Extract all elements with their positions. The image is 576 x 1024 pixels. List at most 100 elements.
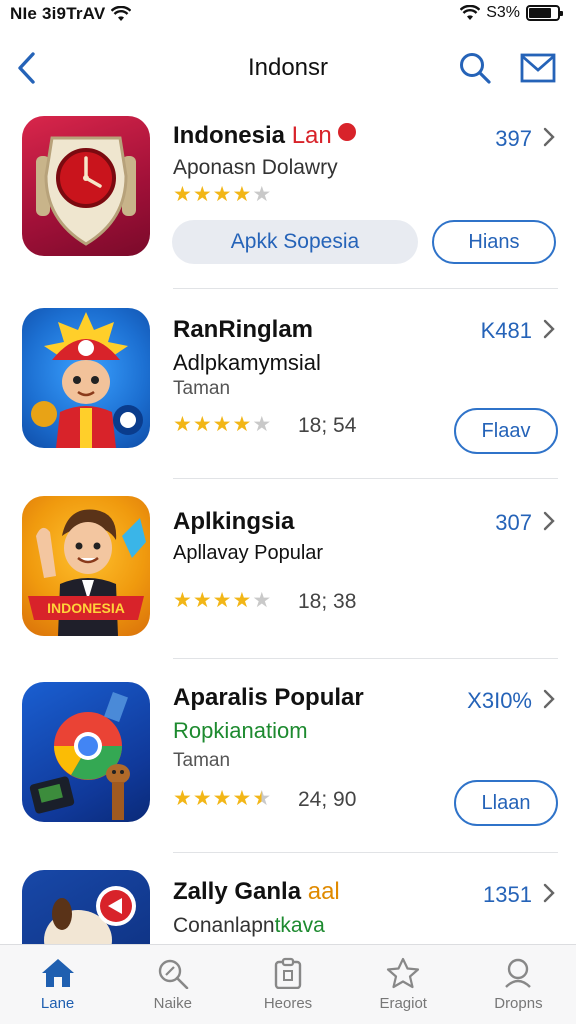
chevron-right-icon[interactable] (538, 126, 560, 148)
app-row[interactable]: Aparalis Popular Ropkianatiom Taman ★ ★ ★ ★… (0, 670, 576, 840)
app-category: Taman (173, 378, 231, 399)
chevron-right-icon[interactable] (538, 318, 560, 340)
app-row[interactable]: Indonesia Lan Aponasn Dolawry ★ ★ ★ ★ ★ 397 … (0, 112, 576, 282)
app-row[interactable]: INDONESIA Aplkingsia Apllavay Popular ★ ★… (0, 490, 576, 650)
carrier-time: NIe 3i9TrAV (10, 4, 106, 23)
mail-button[interactable] (518, 48, 558, 88)
store-icon (274, 957, 302, 989)
app-subtitle: Conanlapn (173, 914, 275, 937)
star-icon: ★ (252, 183, 272, 206)
divider (173, 852, 558, 853)
rating-count: 18; 38 (298, 590, 357, 613)
star-icon: ★ (232, 183, 252, 206)
app-meta: K481 (480, 318, 532, 343)
app-icon-boy[interactable]: INDONESIA (22, 496, 150, 636)
star-icon: ★ (173, 787, 192, 810)
open-app-button[interactable]: Apkk Sopesia (172, 220, 418, 264)
app-title-tag: aal (307, 878, 340, 905)
star-rating: ★ ★ ★ ★ ★ (173, 414, 271, 435)
app-meta: X3I0% (467, 688, 532, 713)
rocket-icon (158, 959, 189, 989)
star-icon: ★ (212, 183, 232, 206)
star-icon: ★ (212, 787, 232, 810)
app-subtitle: Aponasn Dolawry (173, 156, 338, 179)
star-icon (387, 957, 420, 989)
star-icon: ★ (192, 589, 212, 612)
tab-label: Naike (153, 995, 192, 1012)
star-icon: ★ (232, 589, 252, 612)
star-icon: ★ (173, 589, 192, 612)
get-button[interactable]: Flaav (454, 408, 558, 454)
star-icon: ★ (192, 787, 212, 810)
star-icon: ★ (212, 413, 232, 436)
star-icon: ★ (192, 183, 212, 206)
tab-label: Heores (263, 995, 313, 1012)
wifi-icon (111, 6, 132, 21)
star-icon: ★ (252, 787, 272, 810)
tab-label: Lane (40, 995, 75, 1012)
star-icon: ★ (232, 787, 252, 810)
star-rating: ★ ★ ★ ★ ★ (173, 590, 271, 611)
app-icon-warrior[interactable] (22, 308, 150, 448)
star-icon: ★ (232, 413, 252, 436)
app-row[interactable]: RanRinglam Adlpkamymsial Taman ★ ★ ★ ★ ★ 18;… (0, 300, 576, 470)
chevron-right-icon[interactable] (538, 510, 560, 532)
mail-icon (520, 53, 556, 83)
tab-search[interactable]: Dropns (461, 945, 576, 1024)
badge-icon (338, 123, 357, 141)
app-title: Aparalis Popular (173, 684, 364, 711)
icon-banner-text: INDONESIA (47, 600, 125, 616)
app-icon-browser[interactable] (22, 682, 150, 822)
app-category: Taman (173, 750, 231, 771)
tab-featured[interactable]: Eragiot (346, 945, 461, 1024)
tab-label: Dropns (494, 995, 543, 1012)
wifi-icon (460, 5, 481, 20)
tab-store[interactable]: Heores (230, 945, 345, 1024)
app-row[interactable]: Zally Ganla aal Conanlapntkava 1351 (0, 864, 576, 944)
star-rating: ★ ★ ★ ★ ★ (173, 184, 271, 205)
rating-count: 24; 90 (298, 788, 357, 811)
app-title: RanRinglam (173, 316, 314, 343)
star-icon: ★ (252, 413, 272, 436)
star-icon: ★ (252, 589, 272, 612)
chevron-right-icon[interactable] (538, 688, 560, 710)
star-rating: ★ ★ ★ ★ ★ (173, 788, 271, 809)
home-icon (41, 959, 74, 987)
divider (173, 658, 558, 659)
battery-percent: S3% (486, 4, 520, 21)
app-subtitle: Adlpkamymsial (173, 350, 321, 375)
get-button[interactable]: Llaan (454, 780, 558, 826)
app-title: Indonesia (173, 122, 286, 149)
app-meta: 397 (495, 126, 532, 151)
nav-bar: Indonsr (0, 40, 576, 96)
warrior-character-icon (31, 312, 143, 448)
shield-clock-icon (36, 136, 136, 246)
search-icon (460, 53, 491, 84)
tab-home[interactable]: Lane (0, 945, 115, 1024)
search-button[interactable] (456, 48, 494, 88)
app-icon-pet[interactable] (22, 870, 150, 944)
app-meta: 307 (495, 510, 532, 535)
tab-bar: Lane Naike Heores Eragiot Dropns (0, 944, 576, 1024)
tab-label: Eragiot (379, 995, 427, 1012)
app-icon-shield-clock[interactable] (22, 116, 150, 256)
get-button[interactable]: Hians (432, 220, 556, 264)
star-icon: ★ (173, 183, 192, 206)
star-icon: ★ (192, 413, 212, 436)
app-title-tag: Lan (291, 122, 332, 149)
divider (173, 478, 558, 479)
search-icon (505, 958, 532, 988)
star-icon: ★ (212, 589, 232, 612)
app-meta: 1351 (483, 882, 532, 907)
chevron-right-icon[interactable] (538, 882, 560, 904)
status-bar: NIe 3i9TrAV S3% (0, 0, 576, 30)
browser-logo-icon (29, 692, 130, 820)
app-subtitle: Ropkianatiom (173, 718, 308, 743)
app-title: Aplkingsia (173, 508, 295, 535)
battery-icon (526, 5, 563, 21)
boy-character-icon: INDONESIA (28, 509, 146, 636)
rating-count: 18; 54 (298, 414, 357, 437)
star-icon: ★ (173, 413, 192, 436)
tab-rocket[interactable]: Naike (115, 945, 230, 1024)
battery-fill (529, 8, 552, 18)
